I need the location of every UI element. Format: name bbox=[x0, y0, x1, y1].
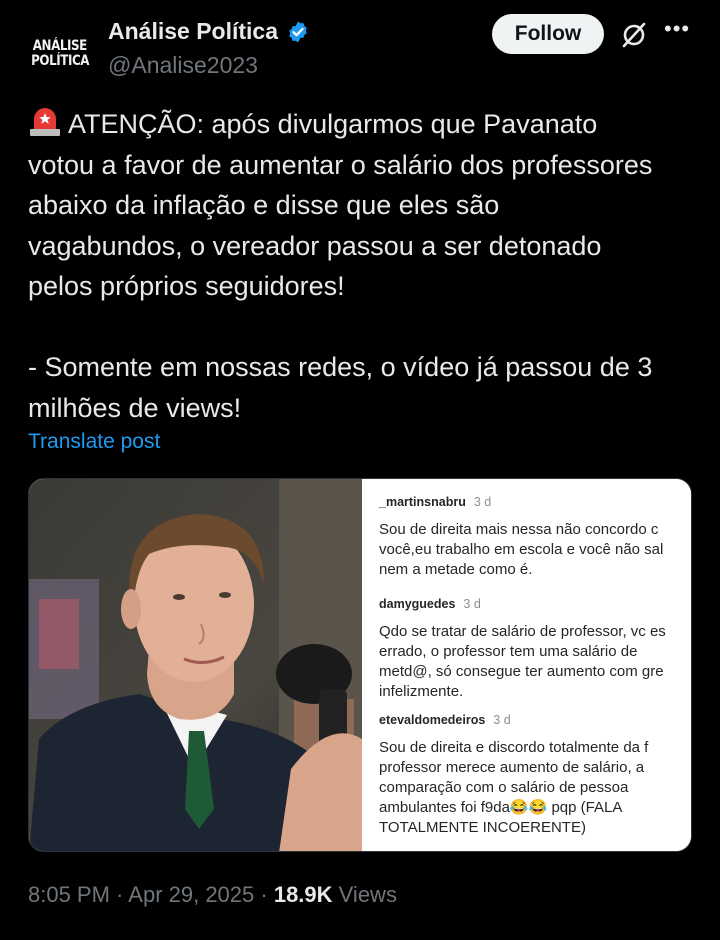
meta-separator: · bbox=[109, 882, 129, 907]
author-name-row: Análise Política bbox=[108, 18, 310, 45]
post-header: ANÁLISE POLÍTICA Análise Política @Anali… bbox=[28, 12, 698, 86]
comment-text: Sou de direita mais nessa não concordo c… bbox=[379, 521, 664, 578]
post-date[interactable]: Apr 29, 2025 bbox=[128, 882, 254, 907]
author-handle[interactable]: @Analise2023 bbox=[108, 52, 258, 79]
meta-separator: · bbox=[254, 882, 274, 907]
post-text-block: ATENÇÃO: após divulgarmos que Pavanato v… bbox=[28, 104, 698, 428]
comment-item: _martinsnabru 3 d Sou de direita mais nes… bbox=[379, 493, 691, 580]
views-count[interactable]: 18.9K bbox=[274, 882, 333, 907]
post-text: ATENÇÃO: após divulgarmos que Pavanato v… bbox=[28, 109, 653, 423]
avatar-text-line1: ANÁLISE bbox=[32, 38, 88, 54]
comment-username: damyguedes bbox=[379, 597, 456, 611]
post-time[interactable]: 8:05 PM bbox=[28, 882, 110, 907]
verified-badge-icon bbox=[289, 21, 307, 42]
avatar[interactable]: ANÁLISE POLÍTICA bbox=[28, 22, 92, 86]
follow-button[interactable]: Follow bbox=[492, 14, 604, 54]
comment-username: etevaldomedeiros bbox=[379, 713, 486, 727]
comment-item: damyguedes 3 d Qdo se tratar de salário d… bbox=[379, 595, 691, 702]
comment-time: 3 d bbox=[493, 713, 511, 727]
comment-username: _martinsnabru bbox=[379, 495, 466, 509]
author-name[interactable]: Análise Política bbox=[108, 18, 278, 45]
comment-item: etevaldomedeiros 3 d Sou de direita e dis… bbox=[379, 711, 691, 838]
politician-photo bbox=[29, 479, 362, 851]
translate-post-link[interactable]: Translate post bbox=[28, 430, 160, 454]
post-media[interactable]: _martinsnabru 3 d Sou de direita mais nes… bbox=[28, 478, 692, 852]
views-label: Views bbox=[332, 882, 397, 907]
comments-screenshot: _martinsnabru 3 d Sou de direita mais nes… bbox=[363, 479, 691, 851]
more-dots-icon[interactable]: ••• bbox=[664, 16, 690, 42]
comment-time: 3 d bbox=[473, 495, 492, 509]
grok-icon[interactable] bbox=[620, 21, 648, 49]
comment-text: Qdo se tratar de salário de professor, v… bbox=[379, 623, 666, 700]
comment-text: Sou de direita e discordo totalmente da … bbox=[379, 739, 649, 836]
comment-time: 3 d bbox=[463, 597, 481, 611]
avatar-text-line2: POLÍTICA bbox=[31, 53, 89, 69]
post-meta: 8:05 PM · Apr 29, 2025 · 18.9K Views bbox=[28, 882, 397, 908]
police-siren-icon bbox=[30, 108, 60, 136]
